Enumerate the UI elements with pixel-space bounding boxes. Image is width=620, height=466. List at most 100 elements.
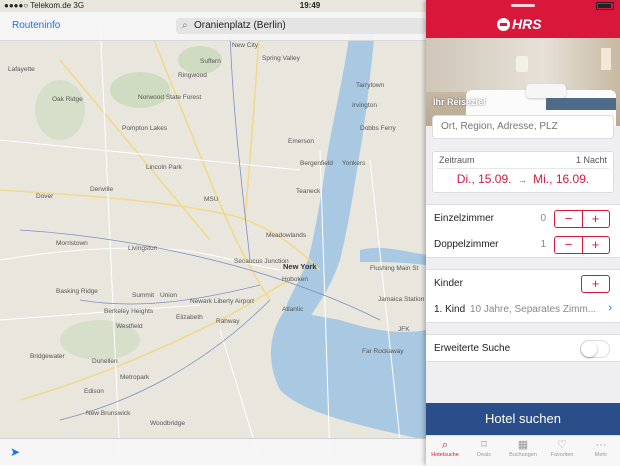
- single-room-stepper: − +: [554, 210, 610, 228]
- double-room-minus-button[interactable]: −: [555, 237, 583, 253]
- date-range[interactable]: Di., 15.09. → Mi., 16.09.: [433, 172, 613, 186]
- map-label: JFK: [398, 326, 410, 333]
- children-label: Kinder: [434, 278, 463, 289]
- map-label: Teaneck: [296, 188, 321, 195]
- tab-buchungen[interactable]: ▦ Buchungen: [504, 439, 542, 458]
- add-child-button[interactable]: +: [581, 275, 610, 293]
- tab-mehr[interactable]: ··· Mehr: [582, 439, 620, 458]
- map-label: Summit: [132, 292, 155, 299]
- map-label: Pompton Lakes: [122, 125, 168, 132]
- hero-lamp: [516, 56, 528, 72]
- calendar-icon: ▦: [517, 439, 529, 451]
- map-label: Spring Valley: [262, 55, 300, 62]
- map-label: New York: [283, 262, 317, 271]
- map-label: Metropark: [120, 374, 150, 381]
- checkin-date[interactable]: Di., 15.09.: [457, 172, 512, 186]
- extended-search-row: Erweiterte Suche: [426, 334, 620, 362]
- map-label: Elizabeth: [176, 314, 203, 321]
- divider: [437, 168, 609, 169]
- maps-toolbar: Routeninfo ⌕ Oranienplatz (Berlin): [0, 12, 426, 41]
- child-1-detail: 10 Jahre, Separates Zimm...: [470, 304, 597, 315]
- hrs-logo-text: HRS: [512, 16, 542, 32]
- map-label: Denville: [90, 186, 114, 193]
- map-label: Irvington: [352, 102, 377, 109]
- search-icon: ⌕: [182, 20, 188, 31]
- map-label: Hoboken: [282, 276, 309, 283]
- double-room-stepper: − +: [554, 236, 610, 254]
- tag-icon: ⌑: [481, 439, 487, 451]
- checkout-date[interactable]: Mi., 16.09.: [533, 172, 589, 186]
- hrs-logo: HRS: [497, 16, 542, 32]
- hero-pillow: [526, 84, 566, 98]
- map-label: New Brunswick: [86, 410, 131, 417]
- map-label: Rahway: [216, 318, 240, 325]
- map-label: Secaucus Junction: [234, 258, 289, 265]
- extended-search-label: Erweiterte Suche: [434, 343, 511, 354]
- map-label: Far Rockaway: [362, 348, 404, 355]
- child-1-label: 1. Kind: [434, 304, 466, 315]
- double-room-row: Doppelzimmer 1 − +: [426, 231, 620, 258]
- map-label: MSU: [204, 196, 219, 203]
- date-range-selector[interactable]: Zeitraum 1 Nacht Di., 15.09. → Mi., 16.0…: [432, 151, 614, 193]
- zeitraum-label: Zeitraum: [439, 155, 475, 165]
- map-label: Norwood State Forest: [138, 94, 202, 101]
- battery-icon: [596, 1, 614, 10]
- map-label: Bridgewater: [30, 353, 65, 360]
- heart-icon: ♡: [557, 439, 567, 451]
- map-label: Edison: [84, 388, 104, 395]
- maps-search-value: Oranienplatz (Berlin): [194, 20, 286, 31]
- map-label: Oak Ridge: [52, 96, 83, 103]
- map-label: Bergenfield: [300, 160, 333, 167]
- single-room-plus-button[interactable]: +: [582, 211, 609, 227]
- tab-label: Buchungen: [509, 452, 537, 458]
- chevron-right-icon: ›: [608, 302, 612, 314]
- nights-count: 1 Nacht: [575, 155, 607, 165]
- map-label: Ringwood: [178, 72, 207, 79]
- map-label: Woodbridge: [150, 420, 185, 427]
- map-label: Yonkers: [342, 160, 366, 167]
- hero-label: Ihr Reiseziel: [433, 97, 486, 107]
- tab-label: Mehr: [594, 452, 608, 458]
- tab-label: Hotelsuche: [431, 452, 459, 458]
- extended-search-toggle[interactable]: [580, 340, 610, 358]
- map-view[interactable]: New City Suffern Spring Valley Lafayette…: [0, 0, 426, 465]
- map-label: Atlantic: [282, 306, 304, 313]
- arrow-right-icon: →: [517, 175, 527, 185]
- hero-throw: [546, 98, 616, 110]
- child-1-row[interactable]: 1. Kind 10 Jahre, Separates Zimm... ›: [426, 296, 620, 323]
- map-label: Tarrytown: [356, 82, 385, 89]
- clock: 19:49: [299, 1, 321, 10]
- double-room-plus-button[interactable]: +: [582, 237, 609, 253]
- location-arrow-icon[interactable]: ➤: [10, 445, 20, 459]
- tab-bar: ⌕ Hotelsuche ⌑ Deals ▦ Buchungen ♡ Favor…: [426, 435, 620, 466]
- map-label: Westfield: [116, 323, 143, 330]
- hotel-search-button[interactable]: Hotel suchen: [426, 403, 620, 435]
- map-label: Dunellen: [92, 358, 118, 365]
- map-label: Berkeley Heights: [104, 308, 154, 315]
- hotel-hero-image: Ihr Reiseziel: [426, 38, 620, 126]
- destination-input[interactable]: [439, 120, 609, 133]
- map-label: Union: [160, 292, 177, 299]
- map-label: Lafayette: [8, 66, 35, 73]
- tab-label: Deals: [476, 452, 492, 458]
- more-icon: ···: [595, 439, 607, 451]
- destination-field[interactable]: [432, 115, 614, 139]
- tab-deals[interactable]: ⌑ Deals: [465, 439, 503, 458]
- map-label: Emerson: [288, 138, 315, 145]
- map-label: Newark Liberty Airport: [190, 298, 254, 305]
- double-room-count: 1: [540, 239, 546, 250]
- map-label: Suffern: [200, 58, 221, 65]
- map-label: Meadowlands: [266, 232, 307, 239]
- routeninfo-button[interactable]: Routeninfo: [12, 20, 60, 31]
- maps-search-field[interactable]: ⌕ Oranienplatz (Berlin): [176, 18, 426, 34]
- magnifier-icon: ⌕: [441, 439, 449, 451]
- single-room-minus-button[interactable]: −: [555, 211, 583, 227]
- single-room-label: Einzelzimmer: [434, 213, 495, 224]
- tab-label: Favoriten: [550, 452, 574, 458]
- map-label: Basking Ridge: [56, 288, 98, 295]
- tab-hotelsuche[interactable]: ⌕ Hotelsuche: [426, 439, 464, 458]
- map-canvas: [0, 0, 426, 465]
- single-room-count: 0: [540, 213, 546, 224]
- tab-favoriten[interactable]: ♡ Favoriten: [543, 439, 581, 458]
- map-label: Flushing Main St: [370, 265, 419, 272]
